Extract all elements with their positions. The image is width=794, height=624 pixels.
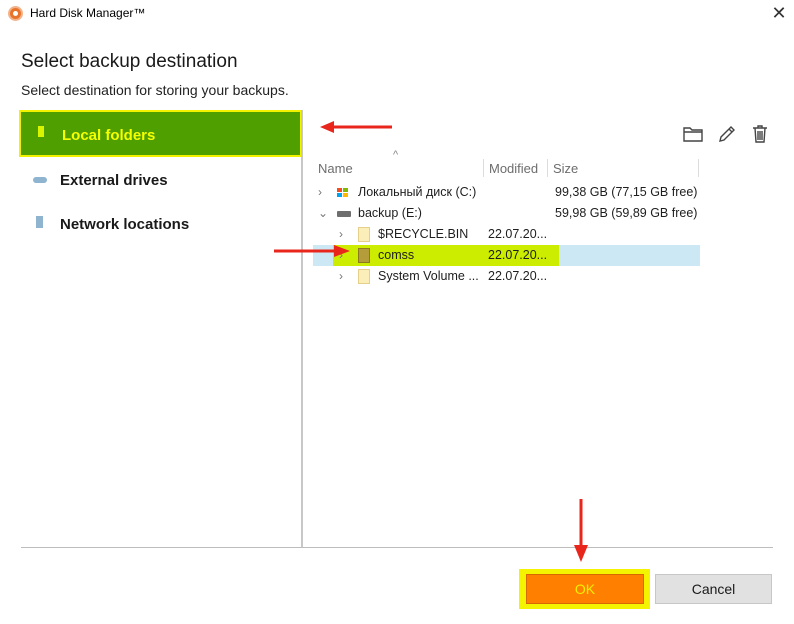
app-logo-icon [8,6,23,21]
folder-icon [358,248,370,263]
collapse-chevron-icon[interactable]: ⌄ [318,206,328,220]
close-button[interactable]: ✕ [764,0,794,26]
sidebar-item-local-folders[interactable]: Local folders [19,110,302,157]
sidebar-item-label: Local folders [62,127,156,144]
cancel-button[interactable]: Cancel [655,574,772,604]
column-header-name[interactable]: Name [318,161,353,176]
folder-icon [358,227,370,242]
sidebar-item-label: Network locations [60,216,190,233]
row-modified: 22.07.20... [488,248,548,262]
table-row[interactable]: › System Volume ... 22.07.20... [313,266,700,287]
expand-chevron-icon[interactable]: › [318,185,322,199]
sort-indicator-icon: ^ [393,149,399,161]
row-name: System Volume ... [378,269,479,283]
sidebar-item-label: External drives [60,172,168,189]
table-row-selected[interactable]: › comss 22.07.20... [313,245,700,266]
expand-chevron-icon[interactable]: › [339,248,343,262]
ok-button[interactable]: OK [526,574,644,604]
annotation-arrow-icon [574,499,588,562]
column-separator[interactable] [483,159,484,177]
sidebar-item-network-locations[interactable]: Network locations [19,202,302,249]
column-header-modified[interactable]: Modified [489,161,538,176]
row-size: 99,38 GB (77,15 GB free) [555,185,698,199]
window-title: Hard Disk Manager™ [30,6,146,20]
table-row[interactable]: ⌄ backup (E:) 59,98 GB (59,89 GB free) [313,203,700,224]
page-subtitle: Select destination for storing your back… [21,82,289,98]
page-title: Select backup destination [21,51,238,72]
row-name: $RECYCLE.BIN [378,227,469,241]
row-modified: 22.07.20... [488,269,548,283]
new-folder-icon[interactable] [681,122,705,146]
sidebar-item-external-drives[interactable]: External drives [19,158,302,205]
windows-drive-icon [337,188,349,197]
title-bar: Hard Disk Manager™ ✕ [0,0,794,30]
annotation-arrow-icon [320,121,392,133]
folder-icon [38,126,44,137]
network-icon [36,216,43,228]
destination-sidebar: Local folders External drives Network lo… [19,110,302,547]
column-separator[interactable] [547,159,548,177]
row-name: backup (E:) [358,206,422,220]
row-name: comss [378,248,415,262]
column-separator[interactable] [698,159,699,177]
row-modified: 22.07.20... [488,227,548,241]
row-name: Локальный диск (C:) [358,185,477,199]
expand-chevron-icon[interactable]: › [339,227,343,241]
table-row[interactable]: › $RECYCLE.BIN 22.07.20... [313,224,700,245]
file-table-header: ^ Name Modified Size [313,149,700,179]
pane-divider[interactable] [301,110,303,547]
folder-icon [358,269,370,284]
expand-chevron-icon[interactable]: › [339,269,343,283]
row-size: 59,98 GB (59,89 GB free) [555,206,698,220]
delete-icon[interactable] [748,122,772,146]
column-header-size[interactable]: Size [553,161,578,176]
table-row[interactable]: › Локальный диск (C:) 99,38 GB (77,15 GB… [313,182,700,203]
external-drive-icon [337,211,351,217]
drive-icon [33,177,47,183]
footer-divider [21,547,773,548]
rename-icon[interactable] [715,122,739,146]
